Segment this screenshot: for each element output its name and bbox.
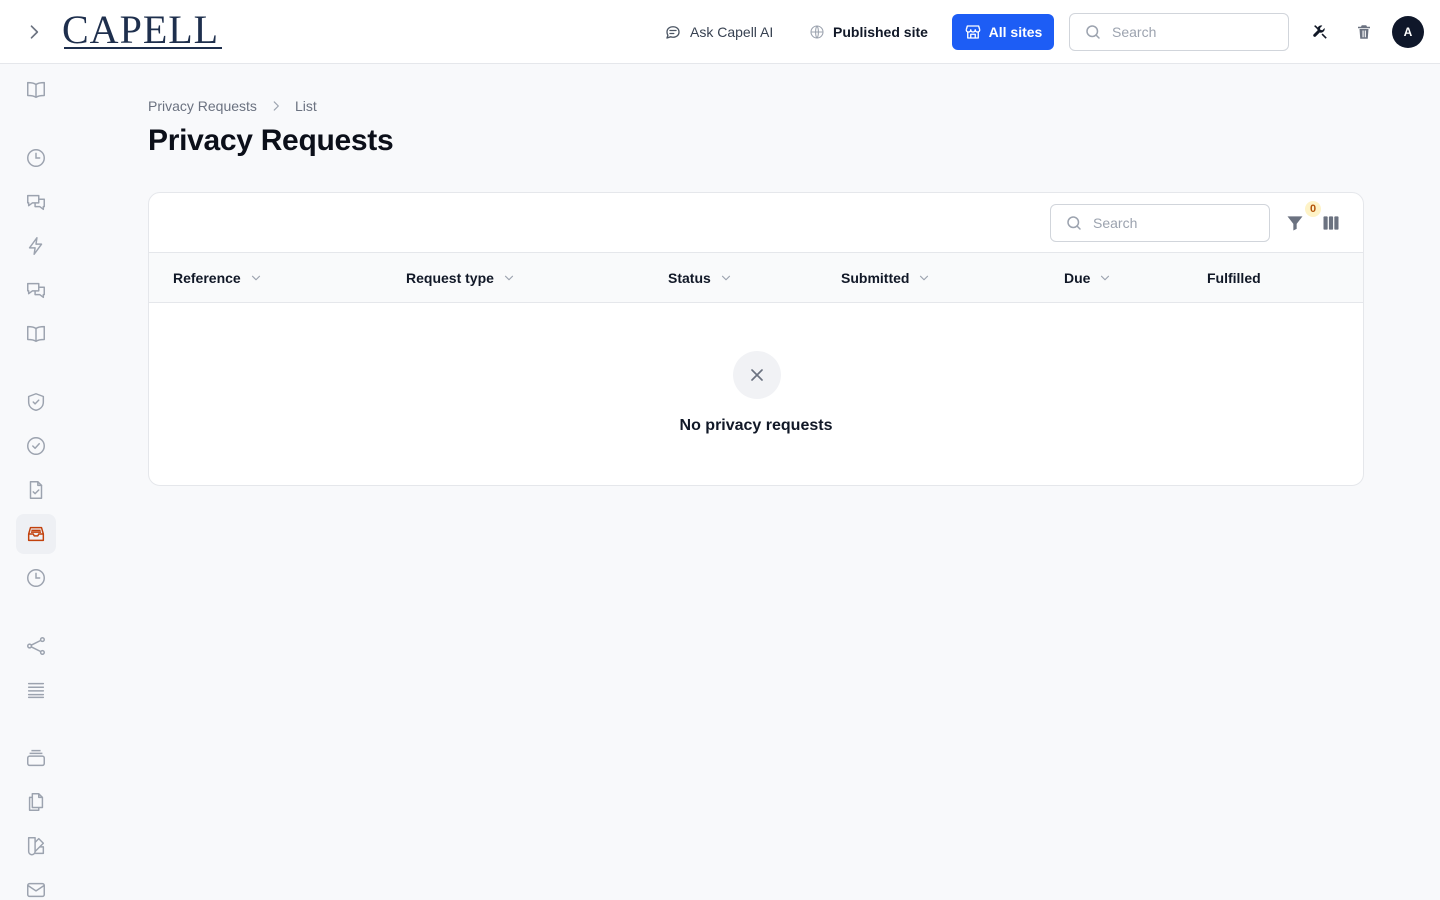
sidebar-item-knowledge[interactable] [16, 314, 56, 354]
sidebar-item-privacy-requests[interactable] [16, 514, 56, 554]
sidebar-item-activity[interactable] [16, 138, 56, 178]
column-header-request-type[interactable]: Request type [406, 253, 516, 303]
view-columns-icon [1323, 216, 1339, 230]
ask-ai-label: Ask Capell AI [690, 24, 774, 40]
capell-logo[interactable]: CAPELL [62, 7, 222, 52]
sidebar-item-approvals[interactable] [16, 426, 56, 466]
logo-text: CAPELL [62, 7, 220, 52]
chevron-down-icon [721, 275, 730, 281]
funnel-icon [1287, 216, 1303, 231]
sidebar-item-integrations[interactable] [16, 626, 56, 666]
breadcrumb: Privacy Requests List [148, 96, 317, 116]
empty-state-message: No privacy requests [679, 417, 833, 434]
document-check-icon [29, 481, 43, 499]
lightning-icon [28, 237, 43, 255]
column-header-status[interactable]: Status [668, 253, 733, 303]
globe-icon [810, 25, 824, 39]
rectangle-stack-icon [27, 749, 45, 767]
sidebar-item-comments[interactable] [16, 182, 56, 222]
chevron-right-icon [273, 101, 279, 111]
chat-bubbles-icon [27, 282, 45, 299]
wrench-screwdriver-icon [1313, 25, 1327, 39]
top-bar: CAPELL Ask Capell AI Published site All … [0, 0, 1440, 64]
global-search-input[interactable] [1112, 24, 1272, 40]
tools-button[interactable] [1306, 18, 1334, 46]
book-open-icon [27, 325, 45, 343]
column-header-fulfilled: Fulfilled [1207, 253, 1261, 303]
sidebar-item-security[interactable] [16, 382, 56, 422]
sidebar [0, 65, 72, 900]
chevron-down-icon [1101, 275, 1110, 281]
sidebar-item-emails[interactable] [16, 870, 56, 900]
column-header-reference[interactable]: Reference [173, 253, 263, 303]
published-site-label: Published site [833, 24, 928, 40]
book-open-icon [27, 81, 45, 99]
chevron-down-icon [504, 275, 514, 281]
column-label: Request type [406, 270, 494, 286]
user-avatar[interactable]: A [1392, 16, 1424, 48]
chat-bubbles-icon [27, 194, 45, 211]
breadcrumb-list: List [294, 98, 317, 114]
page-title: Privacy Requests [148, 124, 394, 157]
sidebar-item-messages[interactable] [16, 270, 56, 310]
table-toolbar: 0 [149, 193, 1363, 253]
x-mark-icon [751, 369, 763, 381]
privacy-requests-table: 0 Reference Request type Status Submitte… [148, 192, 1364, 486]
clock-icon [27, 149, 45, 167]
swatch-icon [27, 837, 45, 856]
building-storefront-icon [965, 25, 981, 39]
breadcrumb-privacy-requests[interactable]: Privacy Requests [148, 98, 257, 114]
ask-ai-button[interactable]: Ask Capell AI [664, 16, 773, 48]
sidebar-item-consents[interactable] [16, 470, 56, 510]
empty-state-icon [733, 351, 781, 399]
all-sites-button[interactable]: All sites [952, 14, 1054, 50]
column-label: Fulfilled [1207, 270, 1261, 286]
global-search[interactable] [1069, 13, 1289, 51]
sidebar-item-themes[interactable] [16, 826, 56, 866]
column-label: Status [668, 270, 711, 286]
table-header: Reference Request type Status Submitted … [149, 253, 1363, 303]
queue-list-icon [27, 682, 45, 699]
sidebar-item-history[interactable] [16, 558, 56, 598]
trash-button[interactable] [1350, 18, 1378, 46]
share-icon [27, 637, 45, 655]
clock-icon [27, 569, 45, 587]
sidebar-item-docs[interactable] [16, 70, 56, 110]
column-header-submitted[interactable]: Submitted [841, 253, 931, 303]
sidebar-item-pages[interactable] [16, 782, 56, 822]
check-circle-icon [27, 437, 45, 455]
all-sites-label: All sites [988, 24, 1043, 40]
published-site-button[interactable]: Published site [809, 16, 928, 48]
table-search[interactable] [1050, 204, 1270, 242]
sidebar-item-lists[interactable] [16, 670, 56, 710]
column-label: Submitted [841, 270, 910, 286]
column-label: Reference [173, 270, 241, 286]
sidebar-item-automations[interactable] [16, 226, 56, 266]
filter-button[interactable] [1283, 211, 1307, 235]
logo-underline [64, 47, 222, 49]
search-icon [1086, 25, 1100, 39]
chevron-right-icon [30, 25, 39, 39]
sidebar-item-collections[interactable] [16, 738, 56, 778]
chat-bubble-icon [666, 26, 680, 39]
chevron-down-icon [251, 275, 260, 281]
document-duplicate-icon [28, 793, 44, 811]
shield-check-icon [27, 393, 45, 411]
expand-sidebar-button[interactable] [20, 18, 48, 46]
toggle-columns-button[interactable] [1319, 211, 1343, 235]
table-search-input[interactable] [1093, 215, 1253, 231]
column-header-due[interactable]: Due [1064, 253, 1112, 303]
search-icon [1067, 216, 1081, 230]
envelope-icon [27, 882, 45, 898]
trash-icon [1358, 25, 1370, 39]
chevron-down-icon [920, 275, 929, 281]
inbox-stack-icon [27, 526, 45, 542]
column-label: Due [1064, 270, 1091, 286]
